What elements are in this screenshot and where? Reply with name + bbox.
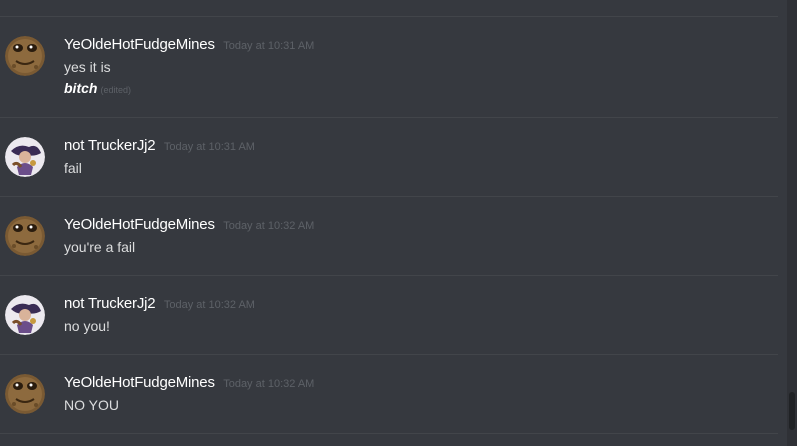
message-divider bbox=[0, 117, 778, 118]
timestamp: Today at 10:31 AM bbox=[163, 141, 255, 153]
message-divider bbox=[0, 196, 778, 197]
username[interactable]: YeOldeHotFudgeMines bbox=[64, 216, 215, 233]
message-header: not TruckerJj2 Today at 10:32 AM bbox=[64, 295, 255, 313]
character-avatar-icon bbox=[5, 137, 45, 177]
message-text: no you! bbox=[64, 318, 110, 334]
message-text-bold-italic: bitch bbox=[64, 80, 98, 96]
username[interactable]: not TruckerJj2 bbox=[64, 137, 156, 154]
user-avatar[interactable] bbox=[5, 374, 45, 414]
message-text: you're a fail bbox=[64, 239, 136, 255]
message-text: yes it is bbox=[64, 59, 111, 75]
username[interactable]: YeOldeHotFudgeMines bbox=[64, 36, 215, 53]
message-header: not TruckerJj2 Today at 10:31 AM bbox=[64, 137, 255, 155]
message-list: YeOldeHotFudgeMines Today at 10:31 AM ye… bbox=[0, 0, 787, 446]
user-avatar[interactable] bbox=[5, 36, 45, 76]
message-header: YeOldeHotFudgeMines Today at 10:31 AM bbox=[64, 36, 314, 54]
timestamp: Today at 10:31 AM bbox=[223, 40, 315, 52]
user-avatar[interactable] bbox=[5, 216, 45, 256]
username[interactable]: not TruckerJj2 bbox=[64, 295, 156, 312]
timestamp: Today at 10:32 AM bbox=[163, 299, 255, 311]
timestamp: Today at 10:32 AM bbox=[223, 378, 315, 390]
message-header: YeOldeHotFudgeMines Today at 10:32 AM bbox=[64, 374, 314, 392]
scrollbar[interactable] bbox=[787, 0, 797, 446]
brown-face-avatar-icon bbox=[5, 374, 45, 414]
scrollbar-thumb[interactable] bbox=[789, 392, 795, 430]
user-avatar[interactable] bbox=[5, 137, 45, 177]
message-text: fail bbox=[64, 160, 82, 176]
timestamp: Today at 10:32 AM bbox=[223, 220, 315, 232]
brown-face-avatar-icon bbox=[5, 36, 45, 76]
message-divider bbox=[0, 433, 778, 434]
brown-face-avatar-icon bbox=[5, 216, 45, 256]
message-line-edited: bitch (edited) bbox=[64, 80, 131, 96]
message-header: YeOldeHotFudgeMines Today at 10:32 AM bbox=[64, 216, 314, 234]
edited-label: (edited) bbox=[100, 85, 131, 95]
message-divider bbox=[0, 354, 778, 355]
message-divider bbox=[0, 16, 778, 17]
username[interactable]: YeOldeHotFudgeMines bbox=[64, 374, 215, 391]
character-avatar-icon bbox=[5, 295, 45, 335]
message-text: NO YOU bbox=[64, 397, 119, 413]
message-divider bbox=[0, 275, 778, 276]
user-avatar[interactable] bbox=[5, 295, 45, 335]
